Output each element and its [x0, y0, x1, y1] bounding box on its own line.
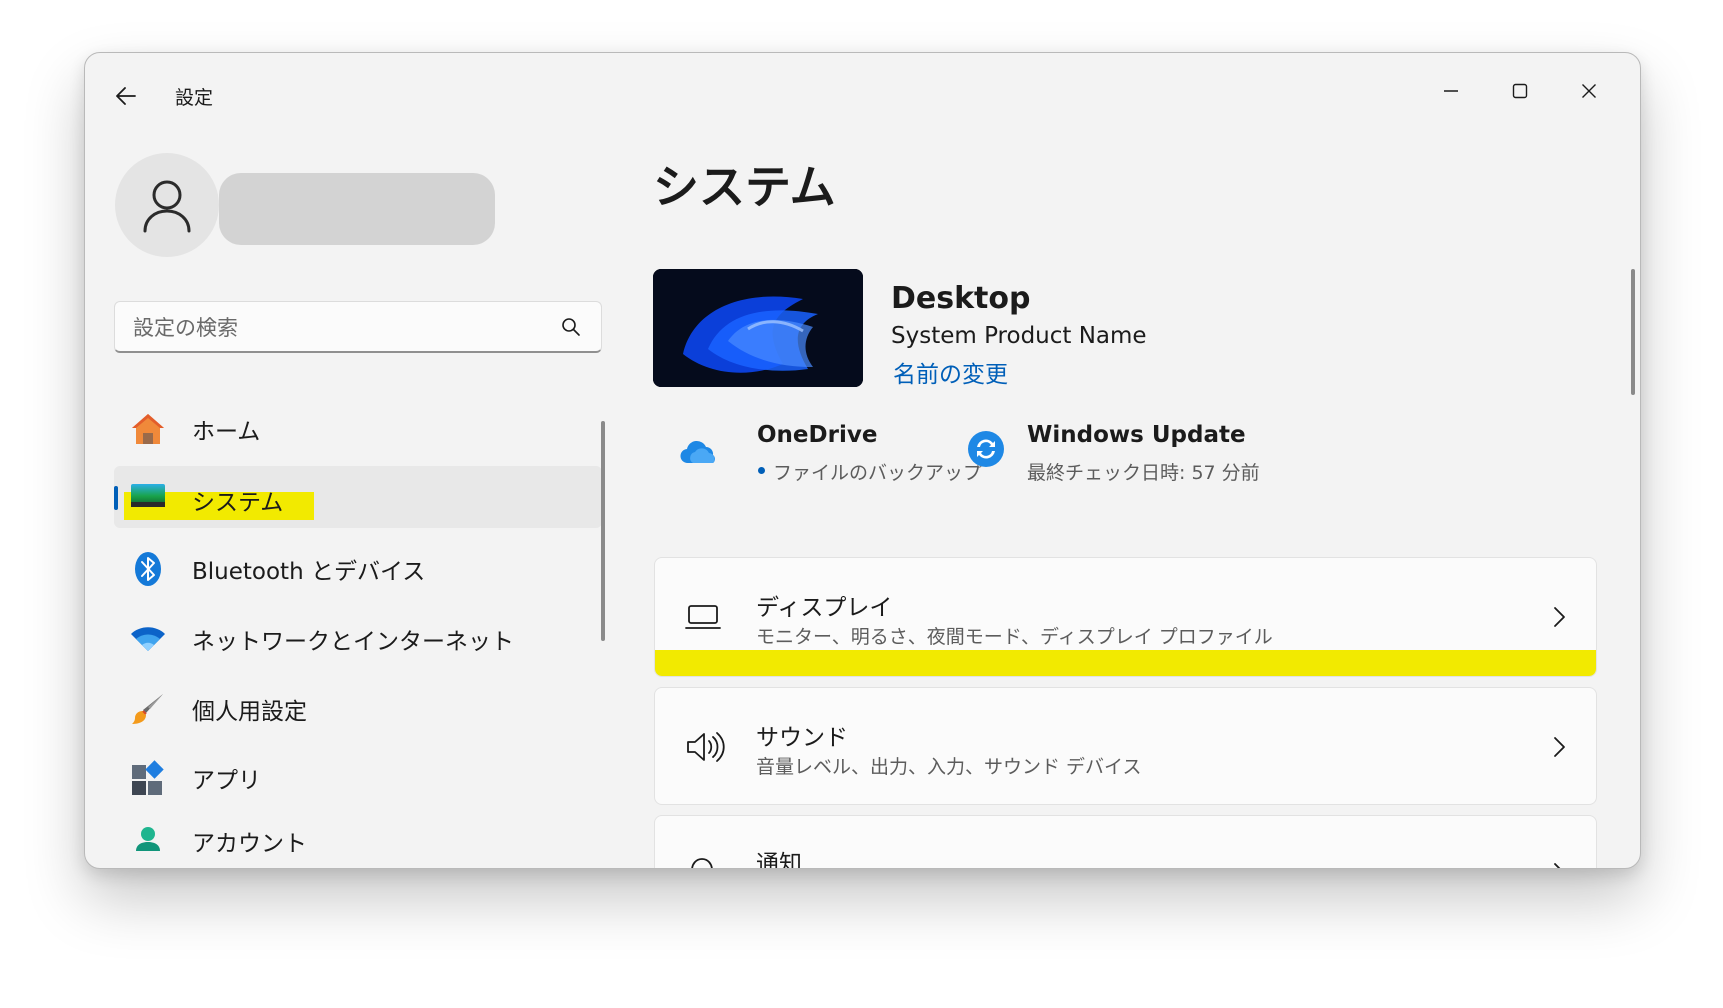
bell-icon	[685, 856, 719, 868]
sidebar-item-label: ホーム	[192, 419, 261, 445]
sidebar-item-label: Bluetooth とデバイス	[192, 559, 426, 585]
windows-update-tile[interactable]	[967, 430, 1005, 468]
sidebar-item-accounts[interactable]: アカウント	[114, 809, 602, 868]
back-button[interactable]	[105, 75, 147, 117]
onedrive-cloud-icon	[680, 440, 715, 464]
sidebar-item-system[interactable]: システム	[114, 466, 602, 528]
maximize-icon	[1512, 83, 1528, 99]
chevron-right-icon	[1552, 862, 1566, 868]
search-icon[interactable]	[561, 317, 581, 341]
sidebar-item-label: システム	[192, 490, 284, 516]
sidebar-item-personalization[interactable]: 個人用設定	[114, 677, 602, 739]
rename-link[interactable]: 名前の変更	[893, 355, 1008, 389]
account-icon	[130, 823, 166, 859]
sidebar-item-label: ネットワークとインターネット	[192, 629, 514, 655]
sidebar-item-label: アプリ	[192, 768, 261, 794]
sound-card[interactable]: サウンド 音量レベル、出力、入力、サウンド デバイス	[654, 687, 1597, 805]
sidebar-item-label: 個人用設定	[192, 699, 307, 725]
minimize-button[interactable]	[1421, 71, 1481, 111]
settings-window: 設定 ホーム システム Bluetooth	[84, 52, 1641, 869]
search-input[interactable]	[131, 312, 535, 344]
device-name: Desktop	[891, 281, 1031, 316]
sidebar-item-label: アカウント	[192, 831, 307, 857]
apps-icon	[130, 760, 166, 796]
maximize-button[interactable]	[1490, 71, 1550, 111]
chevron-right-icon	[1552, 606, 1566, 632]
main-scrollbar[interactable]	[1631, 269, 1635, 395]
device-thumbnail	[653, 269, 863, 387]
chevron-right-icon	[1552, 736, 1566, 762]
person-icon	[143, 180, 191, 233]
card-subtitle: 音量レベル、出力、入力、サウンド デバイス	[756, 756, 1142, 778]
sidebar-item-apps[interactable]: アプリ	[114, 746, 602, 808]
onedrive-tile[interactable]	[679, 437, 719, 467]
back-arrow-icon	[116, 87, 136, 105]
onedrive-title[interactable]: OneDrive	[757, 422, 877, 448]
close-icon	[1582, 84, 1596, 98]
sidebar-item-home[interactable]: ホーム	[114, 397, 602, 459]
minimize-icon	[1444, 90, 1458, 92]
onedrive-status: ファイルのバックアップ	[773, 462, 983, 484]
display-card[interactable]: ディスプレイ モニター、明るさ、夜間モード、ディスプレイ プロファイル	[654, 557, 1597, 677]
card-title: ディスプレイ	[756, 595, 893, 621]
highlight-marker	[655, 650, 1596, 676]
home-icon	[130, 411, 166, 447]
windows-update-status: 最終チェック日時: 57 分前	[1027, 462, 1260, 484]
display-icon	[685, 602, 721, 636]
avatar[interactable]	[115, 153, 219, 257]
device-model: System Product Name	[891, 323, 1147, 349]
system-icon	[130, 482, 166, 518]
user-name-redacted	[219, 173, 495, 245]
windows-update-title[interactable]: Windows Update	[1027, 422, 1246, 448]
search-box[interactable]	[114, 301, 602, 353]
sidebar-item-bluetooth[interactable]: Bluetooth とデバイス	[114, 537, 602, 599]
page-title: システム	[653, 160, 836, 214]
wifi-icon	[130, 621, 166, 657]
card-title: 通知	[756, 851, 802, 869]
card-title: サウンド	[756, 725, 848, 751]
status-dot	[758, 467, 765, 474]
sidebar-item-network[interactable]: ネットワークとインターネット	[114, 607, 602, 669]
selection-indicator	[114, 486, 118, 510]
brush-icon	[130, 691, 166, 727]
sync-icon	[968, 431, 1004, 467]
notifications-card[interactable]: 通知	[654, 815, 1597, 869]
bluetooth-icon	[130, 551, 166, 587]
sidebar-scrollbar[interactable]	[601, 421, 605, 641]
app-title: 設定	[175, 87, 214, 109]
speaker-icon	[685, 730, 725, 768]
close-button[interactable]	[1559, 71, 1619, 111]
card-subtitle: モニター、明るさ、夜間モード、ディスプレイ プロファイル	[756, 626, 1273, 648]
